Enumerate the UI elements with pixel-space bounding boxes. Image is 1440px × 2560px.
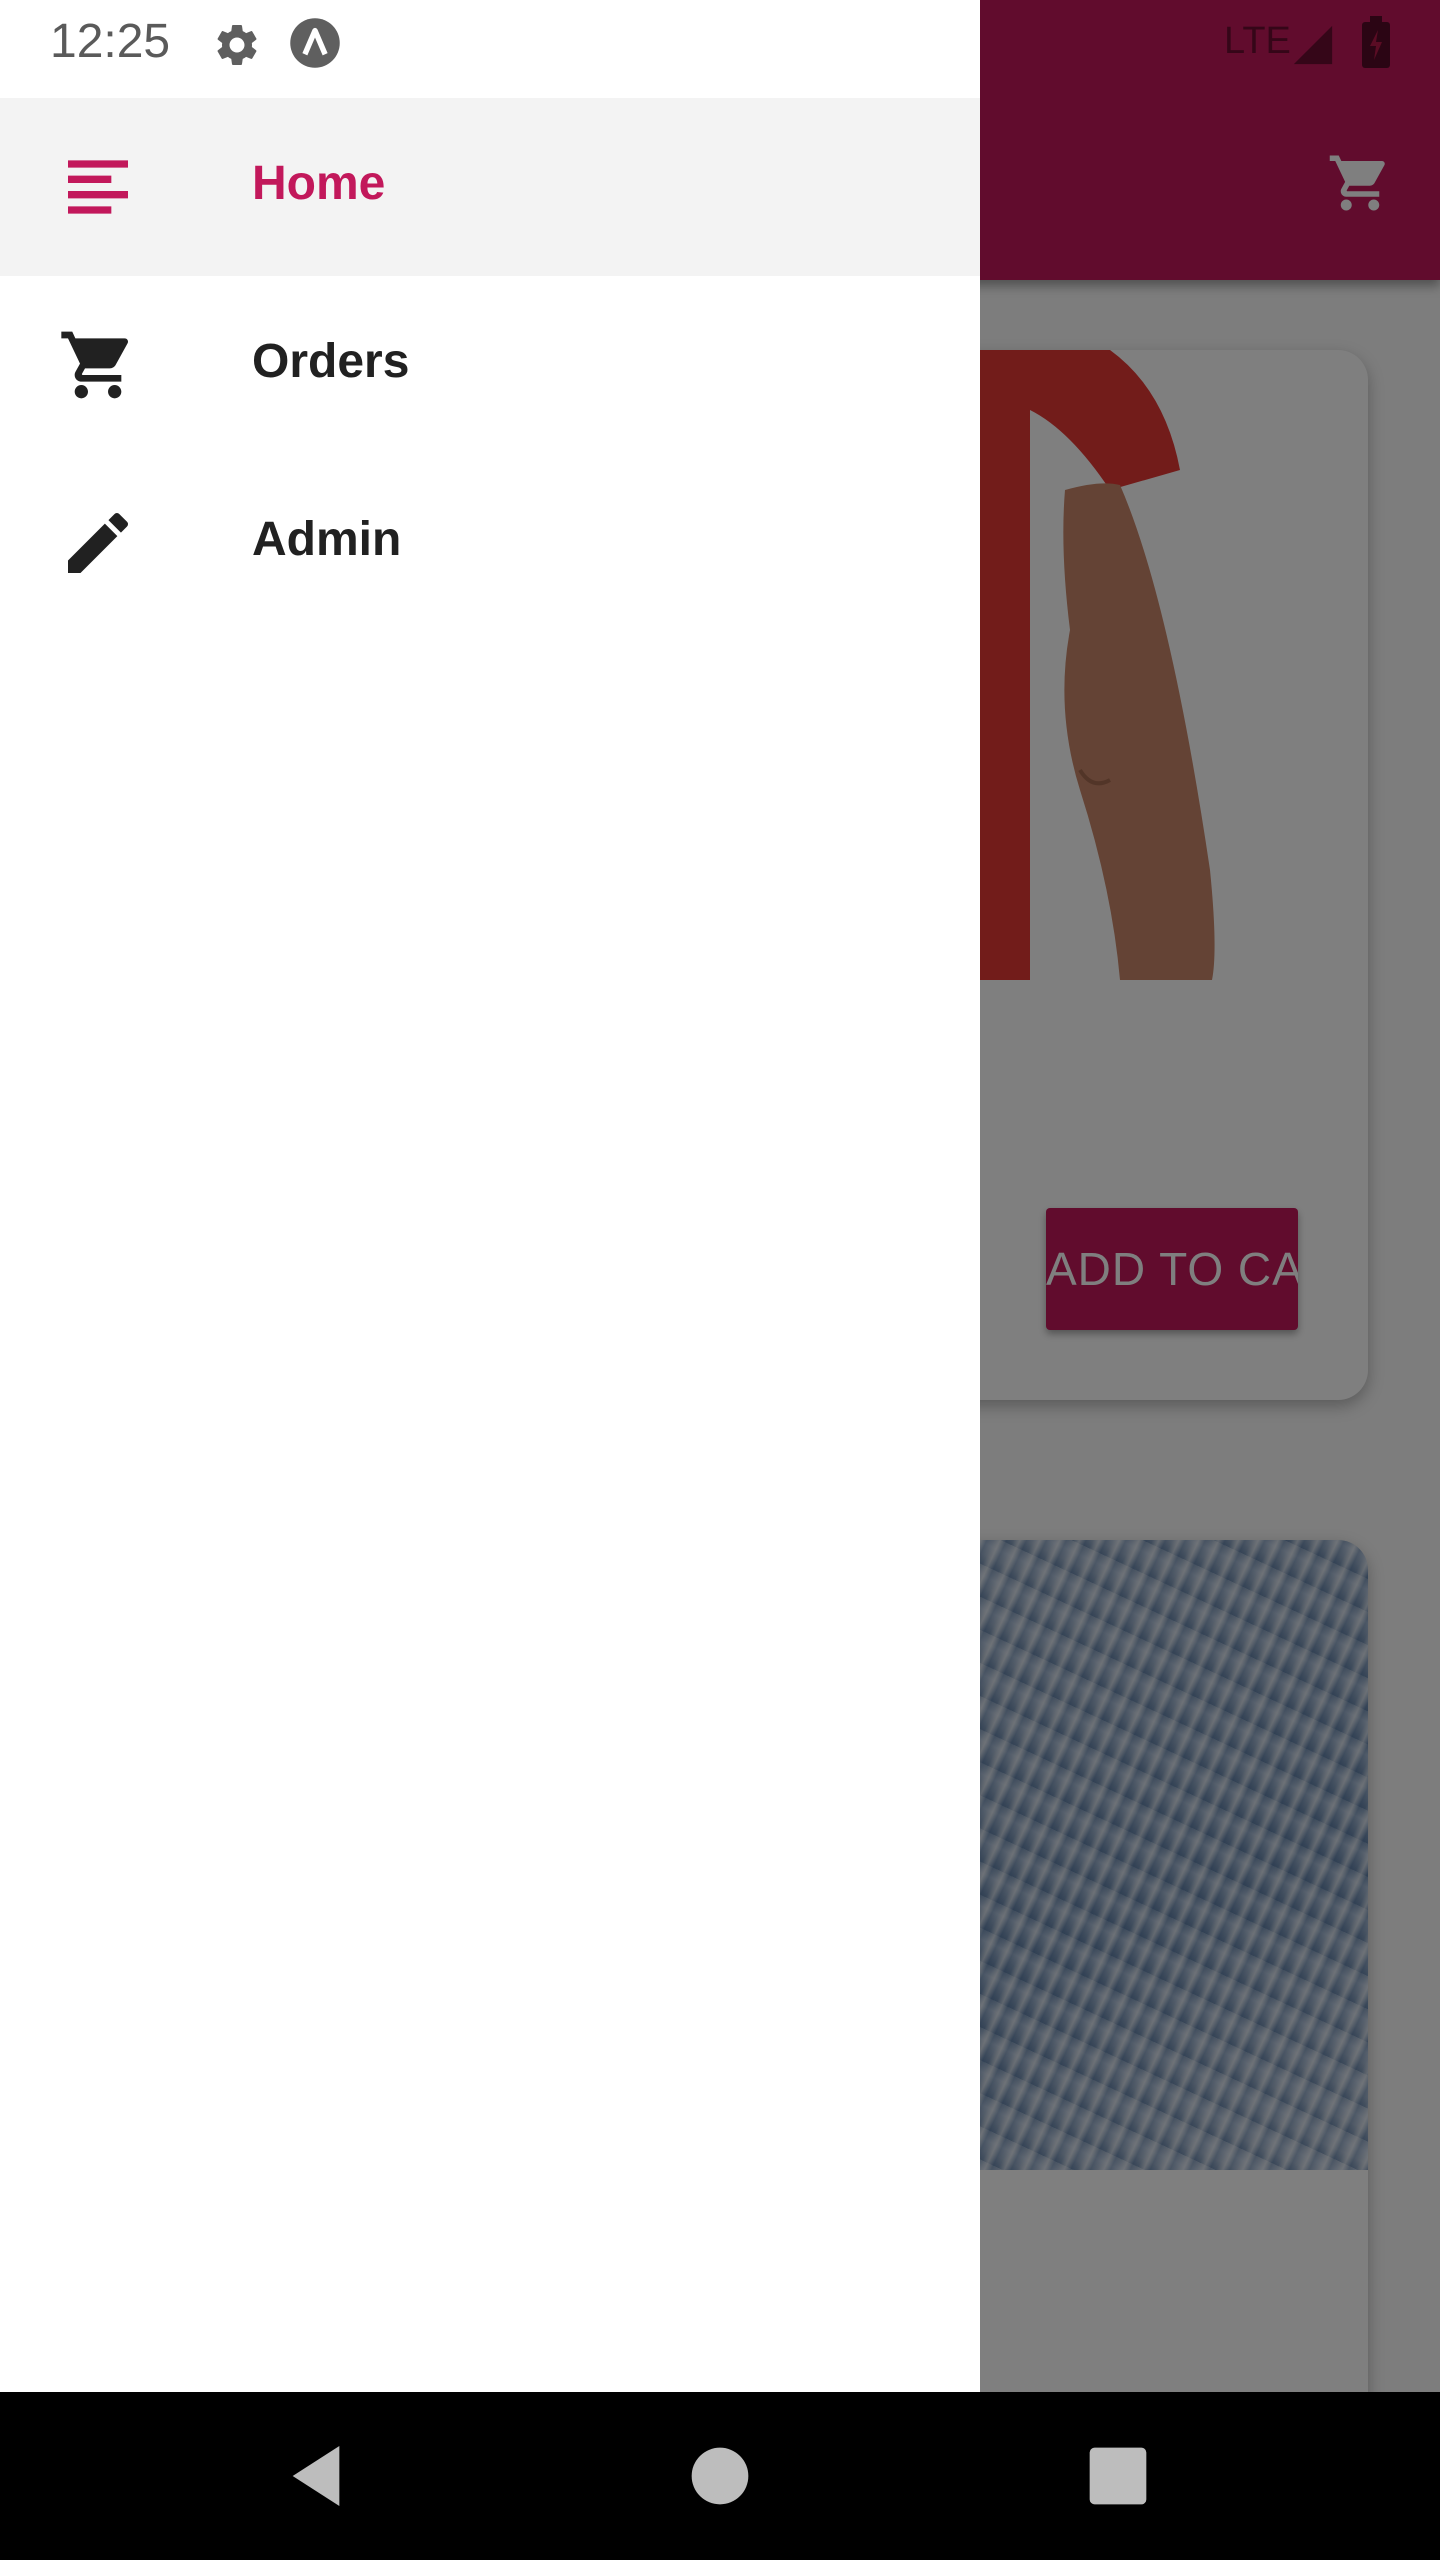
battery-icon: [1362, 16, 1390, 68]
recents-icon[interactable]: [1078, 2436, 1158, 2516]
arch-icon: [290, 18, 340, 68]
status-time: 12:25: [50, 15, 171, 68]
menu-lines-icon: [68, 160, 128, 214]
system-navigation-bar: [0, 2392, 1440, 2560]
network-type: LTE: [1224, 20, 1291, 62]
drawer-item-label: Home: [252, 157, 386, 210]
home-icon[interactable]: [680, 2436, 760, 2516]
cart-icon: [61, 331, 129, 399]
signal-icon: [1293, 25, 1333, 65]
pencil-icon: [68, 512, 129, 573]
drawer-item-label: Admin: [252, 513, 402, 566]
drawer-item-admin[interactable]: Admin: [0, 454, 980, 632]
status-bar: 12:25 LTE: [0, 0, 1440, 96]
drawer-item-home[interactable]: Home: [0, 98, 980, 276]
drawer-item-label: Orders: [252, 335, 410, 388]
gear-icon: [217, 24, 257, 66]
navigation-drawer: 12:25 LTE Home Orders Admin: [0, 0, 1390, 2392]
back-icon[interactable]: [276, 2436, 356, 2516]
drawer-item-orders[interactable]: Orders: [0, 276, 980, 454]
